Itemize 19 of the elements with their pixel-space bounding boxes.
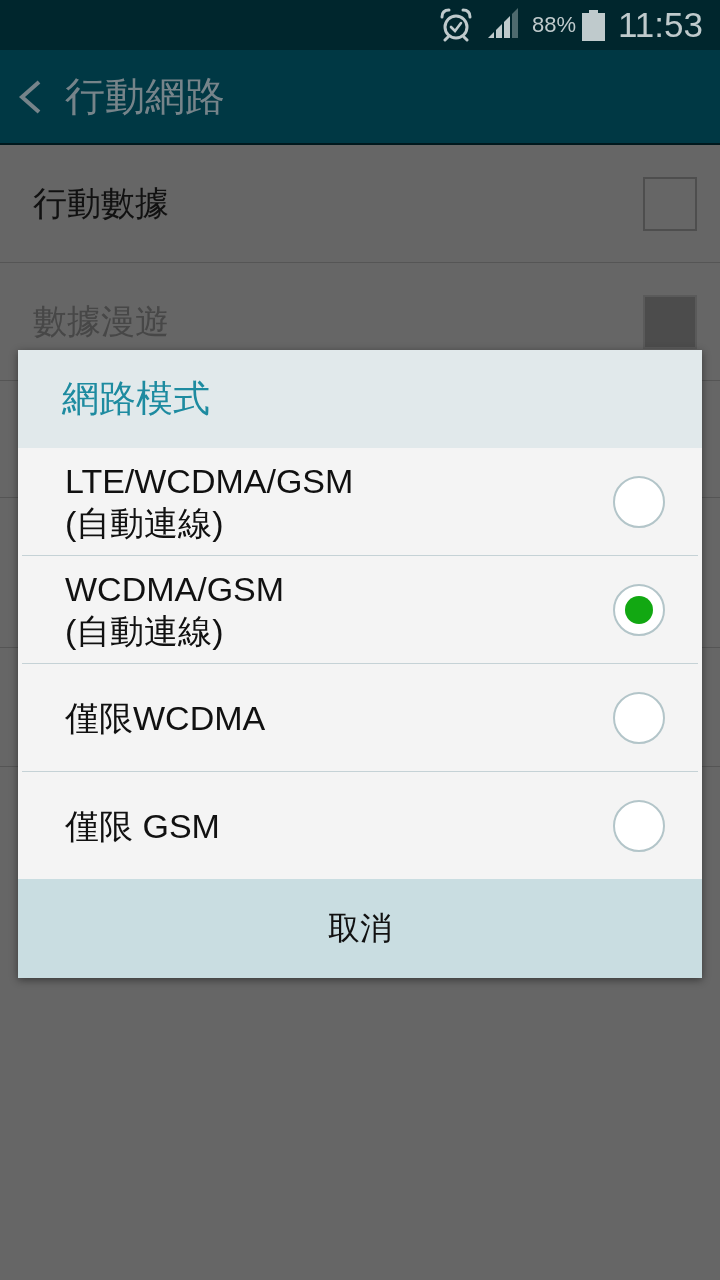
checkbox[interactable] bbox=[643, 176, 697, 231]
screen-title: 行動網路 bbox=[65, 73, 225, 120]
option-label[interactable]: LTE/WCDMA/GSM (自動連線) bbox=[65, 459, 405, 544]
radio-button[interactable] bbox=[613, 583, 665, 636]
setting-label: 行動數據 bbox=[33, 182, 169, 224]
clock-time: 11:53 bbox=[618, 5, 703, 45]
cancel-button[interactable]: 取消 bbox=[18, 879, 702, 978]
back-icon[interactable] bbox=[18, 79, 42, 114]
option-label[interactable]: WCDMA/GSM (自動連線) bbox=[65, 567, 405, 652]
radio-button[interactable] bbox=[613, 691, 665, 744]
option-label[interactable]: 僅限 GSM bbox=[65, 804, 220, 847]
radio-button[interactable] bbox=[613, 799, 665, 852]
option-label[interactable]: 僅限WCDMA bbox=[65, 696, 266, 739]
signal-icon bbox=[487, 8, 520, 38]
radio-button[interactable] bbox=[613, 475, 665, 528]
battery-percent: 88% bbox=[531, 12, 576, 38]
dialog-title: 網路模式 bbox=[62, 377, 210, 421]
alarm-clock-icon bbox=[439, 8, 472, 42]
battery-icon bbox=[582, 9, 605, 41]
